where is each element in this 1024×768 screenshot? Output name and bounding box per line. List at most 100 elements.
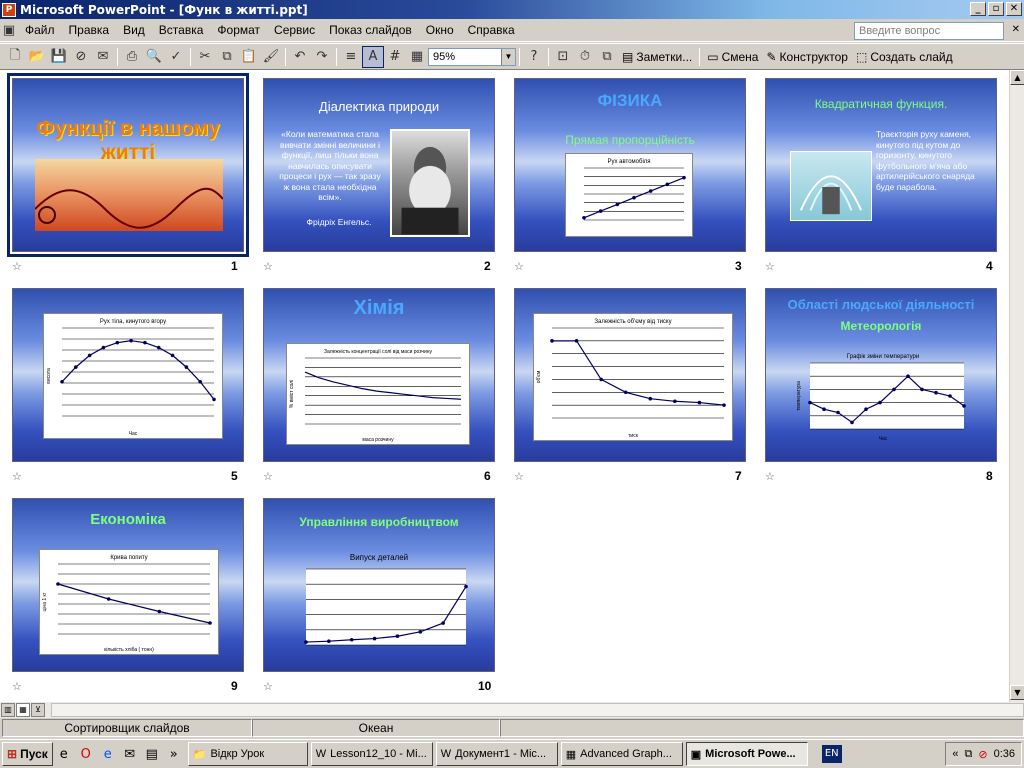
- scroll-track[interactable]: [1010, 85, 1024, 685]
- copy-icon[interactable]: ⧉: [216, 46, 238, 68]
- more-icon[interactable]: »: [163, 747, 185, 762]
- redo-icon[interactable]: ↷: [311, 46, 333, 68]
- menu-file[interactable]: Файл: [18, 23, 62, 37]
- permission-icon[interactable]: ⊘: [70, 46, 92, 68]
- format-painter-icon[interactable]: 🖌: [260, 46, 282, 68]
- normal-view-icon[interactable]: ▥: [1, 703, 15, 717]
- tray-expand-icon[interactable]: «: [952, 748, 958, 760]
- close-button[interactable]: ✕: [1006, 2, 1022, 16]
- standard-toolbar: 🗋 📂 💾 ⊘ ✉ ⎙ 🔍 ✓ ✂ ⧉ 📋 🖌 ↶ ↷ ≡ A # ▦ 95% ▼…: [0, 43, 1024, 70]
- hide-slide-icon[interactable]: ⊡: [552, 46, 574, 68]
- antivirus-icon[interactable]: ⊘: [978, 748, 987, 761]
- save-icon[interactable]: 💾: [48, 46, 70, 68]
- email-icon[interactable]: ✉: [92, 46, 114, 68]
- media-icon[interactable]: ▤: [141, 747, 163, 762]
- menu-window[interactable]: Окно: [419, 23, 461, 37]
- grid-icon[interactable]: #: [384, 46, 406, 68]
- slide-thumbnail-3[interactable]: ФІЗИКА Прямая пропорційність Рух автомоб…: [514, 78, 746, 252]
- notes-button[interactable]: ▤ Заметки...: [618, 46, 696, 68]
- help-search-input[interactable]: Введите вопрос: [854, 22, 1004, 40]
- new-slide-icon: ⬚: [855, 49, 868, 64]
- y-axis-label: % вміст солі: [289, 380, 295, 408]
- chart-title: Залежність об'єму від тиску: [594, 319, 671, 325]
- chart-salt-concentration: Залежність концентрації солі від маси ро…: [286, 343, 470, 445]
- powerpoint-app-icon[interactable]: P: [2, 2, 16, 17]
- new-icon[interactable]: 🗋: [4, 46, 26, 68]
- menu-edit[interactable]: Правка: [62, 23, 117, 37]
- menu-view[interactable]: Вид: [116, 23, 152, 37]
- slideshow-view-icon[interactable]: ⊻: [31, 703, 45, 717]
- slide-number: 3: [735, 259, 742, 273]
- rehearse-timings-icon[interactable]: ⏱: [574, 46, 596, 68]
- vertical-scrollbar[interactable]: ▲ ▼: [1009, 70, 1024, 702]
- slide-thumbnail-8[interactable]: Області людської діяльності Метеорологія…: [765, 288, 997, 462]
- network-icon[interactable]: ⧉: [965, 748, 973, 761]
- minimize-button[interactable]: _: [970, 2, 986, 16]
- show-formatting-icon[interactable]: A: [362, 45, 384, 68]
- chart-body-thrown-up: Рух тіла, кинутого вгору Час висота: [43, 313, 223, 439]
- window-title-bar[interactable]: P Microsoft PowerPoint - [Функ в житті.p…: [0, 0, 1024, 19]
- browser-icon[interactable]: e: [97, 747, 119, 762]
- slide-thumbnail-5[interactable]: Рух тіла, кинутого вгору Час висота: [12, 288, 244, 462]
- data-point: [349, 637, 354, 642]
- color-grayscale-icon[interactable]: ▦: [406, 46, 428, 68]
- outlook-icon[interactable]: ✉: [119, 747, 141, 762]
- open-icon[interactable]: 📂: [26, 46, 48, 68]
- zoom-select[interactable]: 95% ▼: [428, 47, 516, 66]
- data-point: [441, 621, 445, 625]
- menu-help[interactable]: Справка: [461, 23, 522, 37]
- document-icon[interactable]: ▣: [0, 19, 18, 41]
- new-slide-button[interactable]: ⬚ Создать слайд: [852, 46, 957, 68]
- slide-thumbnail-7[interactable]: Залежність об'єму від тиску тиск об'єм: [514, 288, 746, 462]
- task-word-doc[interactable]: W Документ1 - Mic...: [435, 742, 558, 766]
- ie-icon[interactable]: e: [53, 747, 75, 762]
- menu-insert[interactable]: Вставка: [152, 23, 211, 37]
- print-preview-icon[interactable]: 🔍: [143, 46, 165, 68]
- slide-thumbnail-4[interactable]: Квадратичная функция. Траєкторія руху ка…: [765, 78, 997, 252]
- slide-sorter-view-icon[interactable]: ▦: [16, 703, 30, 717]
- menu-format[interactable]: Формат: [210, 23, 267, 37]
- opera-icon[interactable]: O: [75, 747, 97, 762]
- folder-icon: 📁: [192, 748, 207, 761]
- slide-thumbnail-9[interactable]: Економіка Крива попиту кількість хліба ( …: [12, 498, 244, 672]
- chart-parts-output: Випуск деталей: [284, 551, 474, 655]
- scroll-up-icon[interactable]: ▲: [1010, 70, 1024, 85]
- menu-tools[interactable]: Сервис: [267, 23, 322, 37]
- scroll-down-icon[interactable]: ▼: [1010, 685, 1024, 700]
- help-icon[interactable]: ?: [523, 46, 545, 68]
- series-line: [304, 371, 462, 400]
- summary-slide-icon[interactable]: ⧉: [596, 46, 618, 68]
- undo-icon[interactable]: ↶: [289, 46, 311, 68]
- task-advanced-grapher[interactable]: ▦ Advanced Graph...: [560, 742, 683, 766]
- horizontal-scrollbar[interactable]: [51, 703, 1024, 717]
- cut-icon[interactable]: ✂: [194, 46, 216, 68]
- language-indicator[interactable]: EN: [821, 745, 842, 763]
- task-powerpoint[interactable]: ▣ Microsoft Powe...: [685, 742, 808, 766]
- paste-icon[interactable]: 📋: [238, 46, 260, 68]
- spelling-icon[interactable]: ✓: [165, 46, 187, 68]
- slide-thumbnail-1[interactable]: Функції в нашому житті: [7, 73, 249, 257]
- slide-thumbnail-2[interactable]: Діалектика природи «Коли математика стал…: [263, 78, 495, 252]
- menu-slideshow[interactable]: Показ слайдов: [322, 23, 419, 37]
- chevron-down-icon[interactable]: ▼: [501, 48, 515, 65]
- data-point: [836, 410, 840, 415]
- maximize-button[interactable]: ▫: [988, 2, 1004, 16]
- task-word-lesson[interactable]: W Lesson12_10 - Mi...: [310, 742, 433, 766]
- expand-all-icon[interactable]: ≡: [340, 46, 362, 68]
- print-icon[interactable]: ⎙: [121, 46, 143, 68]
- layout-button[interactable]: ▭ Смена: [703, 46, 762, 68]
- slide-number: 8: [986, 469, 993, 483]
- series-line: [61, 340, 215, 400]
- task-folder[interactable]: 📁 Відкр Урок: [187, 742, 308, 766]
- slide-thumbnail-6[interactable]: Хімія Залежність концентрації солі від м…: [263, 288, 495, 462]
- start-button[interactable]: ⊞ Пуск: [2, 742, 53, 766]
- chart-direct-proportion: Рух автомобіля: [565, 153, 693, 237]
- notes-icon: ▤: [622, 49, 634, 64]
- document-close-icon[interactable]: ✕: [1012, 24, 1020, 35]
- data-point: [582, 215, 586, 220]
- slide-title: Управління виробництвом: [299, 515, 459, 529]
- slide-transition-icon: ☆: [12, 680, 22, 693]
- slide-body-text: «Коли математика стала вивчати змінні ве…: [279, 129, 381, 202]
- design-button[interactable]: ✎ Конструктор: [762, 46, 851, 68]
- slide-thumbnail-10[interactable]: Управління виробництвом Випуск деталей: [263, 498, 495, 672]
